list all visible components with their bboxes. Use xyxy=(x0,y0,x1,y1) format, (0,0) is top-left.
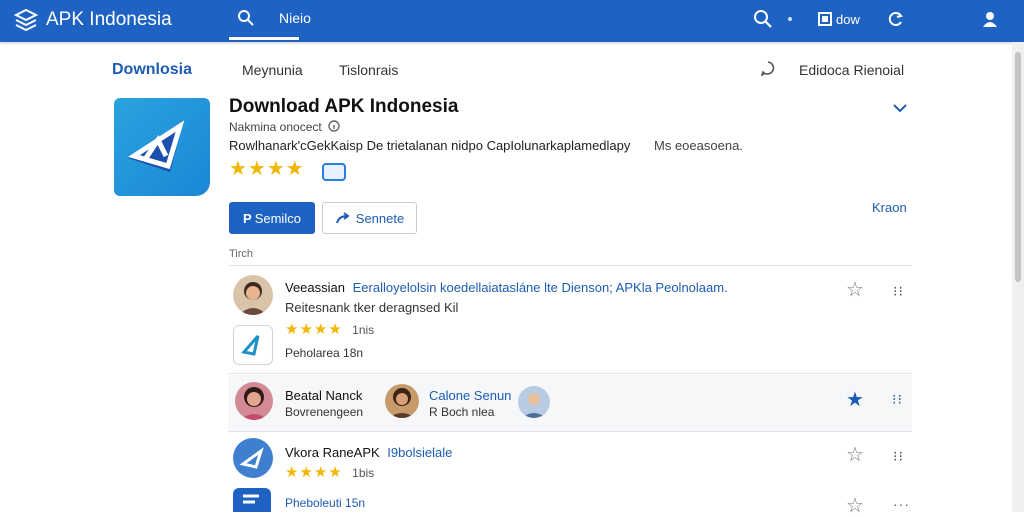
item-title-link[interactable]: Eeralloyelolsin koedellaiatasláne lte Di… xyxy=(353,280,728,295)
more-icon[interactable]: ⁝⁝ xyxy=(893,283,904,300)
tab-downloads[interactable]: Downlosia xyxy=(112,61,192,79)
app-meta: Nakmina onocect xyxy=(229,120,340,134)
avatar[interactable] xyxy=(518,386,550,418)
item-app-icon xyxy=(233,325,273,365)
list-item-title[interactable]: Veeassian Eeralloyelolsin koedellaiatasl… xyxy=(285,280,728,295)
item-count: 1bis xyxy=(352,466,375,480)
person-subtitle: R Boch nlea xyxy=(429,405,495,419)
more-icon[interactable]: ··· xyxy=(893,496,910,512)
list-section-label: Tirch xyxy=(229,248,254,260)
side-link[interactable]: Kraon xyxy=(872,200,907,215)
app-badge-icon xyxy=(322,163,346,181)
search-submit-icon[interactable] xyxy=(753,9,773,29)
app-description-tail: Ms eoeasoena. xyxy=(654,138,743,153)
item-title-link[interactable]: I9bolsielale xyxy=(387,445,452,460)
tab-third[interactable]: Tislonrais xyxy=(339,62,398,78)
search-focus-indicator xyxy=(229,37,299,40)
item-app-icon[interactable] xyxy=(233,438,273,478)
account-button[interactable] xyxy=(983,9,997,29)
info-icon[interactable] xyxy=(328,120,340,132)
star-icon[interactable]: ☆ xyxy=(846,496,864,516)
search-icon[interactable] xyxy=(237,9,255,27)
more-icon[interactable]: ⁝⁝ xyxy=(893,448,904,465)
scrollbar[interactable] xyxy=(1012,42,1024,512)
app-title: Download APK Indonesia xyxy=(229,96,459,117)
app-description: Rowlhanark'cGekKaisp De trietalanan nidp… xyxy=(229,138,743,153)
scrollbar-thumb[interactable] xyxy=(1015,52,1021,282)
app-rating-stars: ★★★★ xyxy=(229,158,305,180)
list-item-rating: ★★★★ 1nis xyxy=(285,320,374,338)
item-title-text: Veeassian xyxy=(285,280,345,295)
person-name[interactable]: Beatal Nanck xyxy=(285,388,362,403)
apk-logo-icon xyxy=(14,9,38,31)
list-item-rating: ★★★★ 1bis xyxy=(285,463,374,481)
user-icon xyxy=(983,12,997,27)
primary-button-label: Semilco xyxy=(254,210,301,226)
refresh-icon xyxy=(888,12,903,26)
item-title-text: Vkora RaneAPK xyxy=(285,445,380,460)
star-icon[interactable]: ☆ xyxy=(846,280,864,300)
list-item-tag: Pheboleuti 15n xyxy=(285,496,366,510)
chevron-down-icon[interactable] xyxy=(893,103,907,113)
item-count: 1nis xyxy=(352,323,375,337)
primary-button[interactable]: P Semilco xyxy=(229,202,315,234)
person-subtitle: Bovrenengeen xyxy=(285,405,364,419)
star-icon[interactable]: ☆ xyxy=(846,445,864,465)
divider xyxy=(228,431,912,432)
avatar[interactable] xyxy=(385,384,419,418)
top-app-bar: APK Indonesia Nieio dow xyxy=(0,0,1024,42)
avatar[interactable] xyxy=(233,275,273,315)
notifications-button[interactable]: dow xyxy=(818,9,860,29)
separator-dot xyxy=(788,17,792,21)
apk-app-logo-icon xyxy=(128,120,185,172)
tab-bar: Downlosia Meynunia Tislonrais Edidoca Ri… xyxy=(0,42,1012,94)
list-item-tag: Peholarea 18n xyxy=(285,346,364,360)
share-button-label: Sennete xyxy=(355,210,405,226)
chat-icon[interactable] xyxy=(760,60,776,76)
header-right-link[interactable]: Edidoca Rienoial xyxy=(799,62,904,78)
list-item-highlighted[interactable] xyxy=(228,375,912,431)
search-bar[interactable]: Nieio xyxy=(229,0,777,38)
notification-icon xyxy=(818,12,832,26)
app-meta-text: Nakmina onocect xyxy=(229,120,322,134)
star-icon[interactable]: ★ xyxy=(846,390,864,410)
item-stars: ★★★★ xyxy=(285,464,343,481)
brand-name: APK Indonesia xyxy=(46,9,172,30)
app-icon xyxy=(114,98,210,196)
more-icon[interactable]: ⁝⁝ xyxy=(892,391,903,408)
brand-logo[interactable]: APK Indonesia xyxy=(14,6,172,34)
person-name-link[interactable]: Calone Senun xyxy=(429,388,511,403)
avatar[interactable] xyxy=(235,382,273,420)
tab-second[interactable]: Meynunia xyxy=(242,62,303,78)
divider xyxy=(228,265,912,266)
download-icon: P xyxy=(243,210,252,226)
refresh-button[interactable] xyxy=(888,9,904,29)
list-item-subtitle: Reitesnank tker deragnsed Kil xyxy=(285,300,459,315)
share-button[interactable]: Sennete xyxy=(322,202,417,234)
list-item-title[interactable]: Vkora RaneAPK I9bolsielale xyxy=(285,445,452,460)
item-app-icon xyxy=(233,488,271,512)
app-description-text: Rowlhanark'cGekKaisp De trietalanan nidp… xyxy=(229,138,631,153)
item-stars: ★★★★ xyxy=(285,321,343,338)
search-input[interactable]: Nieio xyxy=(279,10,311,26)
toolbar-label: dow xyxy=(836,11,860,27)
share-icon xyxy=(335,212,350,224)
divider xyxy=(228,373,912,374)
